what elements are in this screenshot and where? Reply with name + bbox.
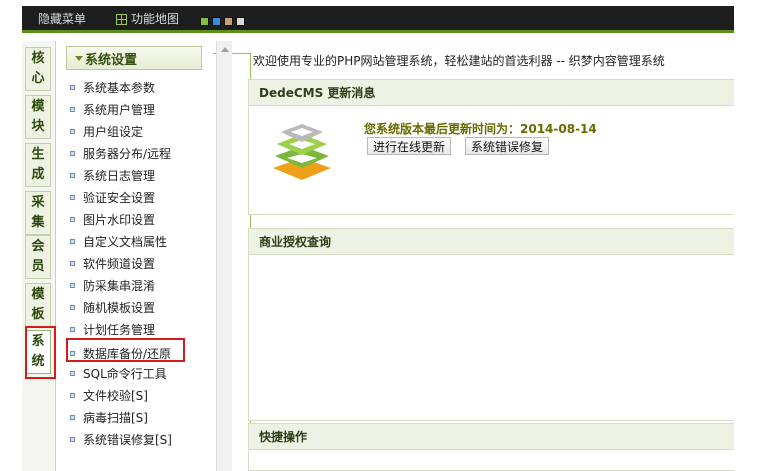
tab-member[interactable]: 会员	[25, 235, 51, 279]
grid-icon	[116, 13, 127, 25]
tab-core[interactable]: 核心	[25, 47, 51, 91]
menu-item-watermark[interactable]: 图片水印设置	[70, 210, 155, 228]
tab-module[interactable]: 模块	[25, 95, 51, 139]
menu-item-error-fix[interactable]: 系统错误修复[S]	[70, 430, 172, 448]
system-fix-button[interactable]: 系统错误修复	[465, 137, 550, 155]
dedecms-logo-icon	[273, 124, 331, 180]
update-panel-title: DedeCMS 更新消息	[249, 80, 734, 106]
db-backup-highlight-box	[66, 338, 185, 362]
menu-item-basic-params[interactable]: 系统基本参数	[70, 78, 155, 96]
tab-generate[interactable]: 生成	[25, 143, 51, 187]
menu-item-log[interactable]: 系统日志管理	[70, 166, 155, 184]
menu-item-virus-scan[interactable]: 病毒扫描[S]	[70, 408, 148, 426]
menu-item-user-manage[interactable]: 系统用户管理	[70, 100, 155, 118]
bullet-icon	[70, 238, 75, 244]
bullet-icon	[70, 84, 75, 90]
menu-title: 系统设置	[85, 52, 138, 68]
chevron-down-icon	[75, 56, 83, 61]
menu-item-security[interactable]: 验证安全设置	[70, 188, 155, 206]
menu-item-user-group[interactable]: 用户组设定	[70, 122, 143, 140]
tab-system-highlight-box	[25, 326, 56, 379]
skin-swatch-green[interactable]	[200, 17, 209, 26]
bullet-icon	[70, 106, 75, 112]
bullet-icon	[70, 304, 75, 310]
bullet-icon	[70, 392, 75, 398]
bullet-icon	[70, 128, 75, 134]
menu-item-file-check[interactable]: 文件校验[S]	[70, 386, 148, 404]
bullet-icon	[70, 216, 75, 222]
menu-item-anti-collect[interactable]: 防采集串混淆	[70, 276, 155, 294]
main-content: 欢迎使用专业的PHP网站管理系统，轻松建站的首选利器 -- 织梦内容管理系统 D…	[240, 41, 734, 471]
bullet-icon	[70, 436, 75, 442]
top-bar: 隐藏菜单 功能地图	[22, 6, 734, 471]
system-menu: 系统设置 系统基本参数 系统用户管理 用户组设定 服务器分布/远程 系统日志管理…	[58, 41, 213, 471]
license-panel: 商业授权查询	[248, 228, 734, 421]
category-tabs: 核心 模块 生成 采集 会员 模板 系统	[22, 41, 56, 471]
skin-swatch-gray[interactable]	[236, 17, 245, 26]
tab-collect[interactable]: 采集	[25, 191, 51, 235]
bullet-icon	[70, 172, 75, 178]
menu-item-doc-attr[interactable]: 自定义文档属性	[70, 232, 167, 250]
bullet-icon	[70, 370, 75, 376]
online-update-button[interactable]: 进行在线更新	[367, 137, 452, 155]
bullet-icon	[70, 414, 75, 420]
welcome-text: 欢迎使用专业的PHP网站管理系统，轻松建站的首选利器 -- 织梦内容管理系统	[253, 54, 665, 68]
license-panel-title: 商业授权查询	[249, 229, 734, 255]
menu-item-software-channel[interactable]: 软件频道设置	[70, 254, 155, 272]
tab-template[interactable]: 模板	[25, 283, 51, 327]
menu-header[interactable]: 系统设置	[66, 46, 202, 70]
version-text: 您系统版本最后更新时间为：2014-08-14	[364, 122, 597, 136]
scroll-up-icon[interactable]	[221, 47, 229, 52]
bullet-icon	[70, 150, 75, 156]
menu-item-random-template[interactable]: 随机模板设置	[70, 298, 155, 316]
hide-menu-label: 隐藏菜单	[38, 12, 87, 26]
menu-item-sql[interactable]: SQL命令行工具	[70, 364, 167, 382]
bullet-icon	[70, 260, 75, 266]
site-map-label: 功能地图	[131, 12, 180, 26]
bullet-icon	[70, 326, 75, 332]
bullet-icon	[70, 282, 75, 288]
hide-menu-button[interactable]: 隐藏菜单	[38, 12, 251, 471]
quick-panel-title: 快捷操作	[249, 424, 734, 450]
quick-panel: 快捷操作	[248, 423, 734, 471]
site-map-button[interactable]: 功能地图	[116, 12, 179, 26]
skin-swatch-blue[interactable]	[212, 17, 221, 26]
menu-scrollbar[interactable]	[216, 41, 232, 471]
menu-item-server[interactable]: 服务器分布/远程	[70, 144, 171, 162]
bullet-icon	[70, 194, 75, 200]
menu-item-task[interactable]: 计划任务管理	[70, 320, 155, 338]
skin-swatch-brown[interactable]	[224, 17, 233, 26]
update-panel: DedeCMS 更新消息 您系统版本最后更新时间为：2014-08-14 进行在…	[248, 79, 734, 215]
